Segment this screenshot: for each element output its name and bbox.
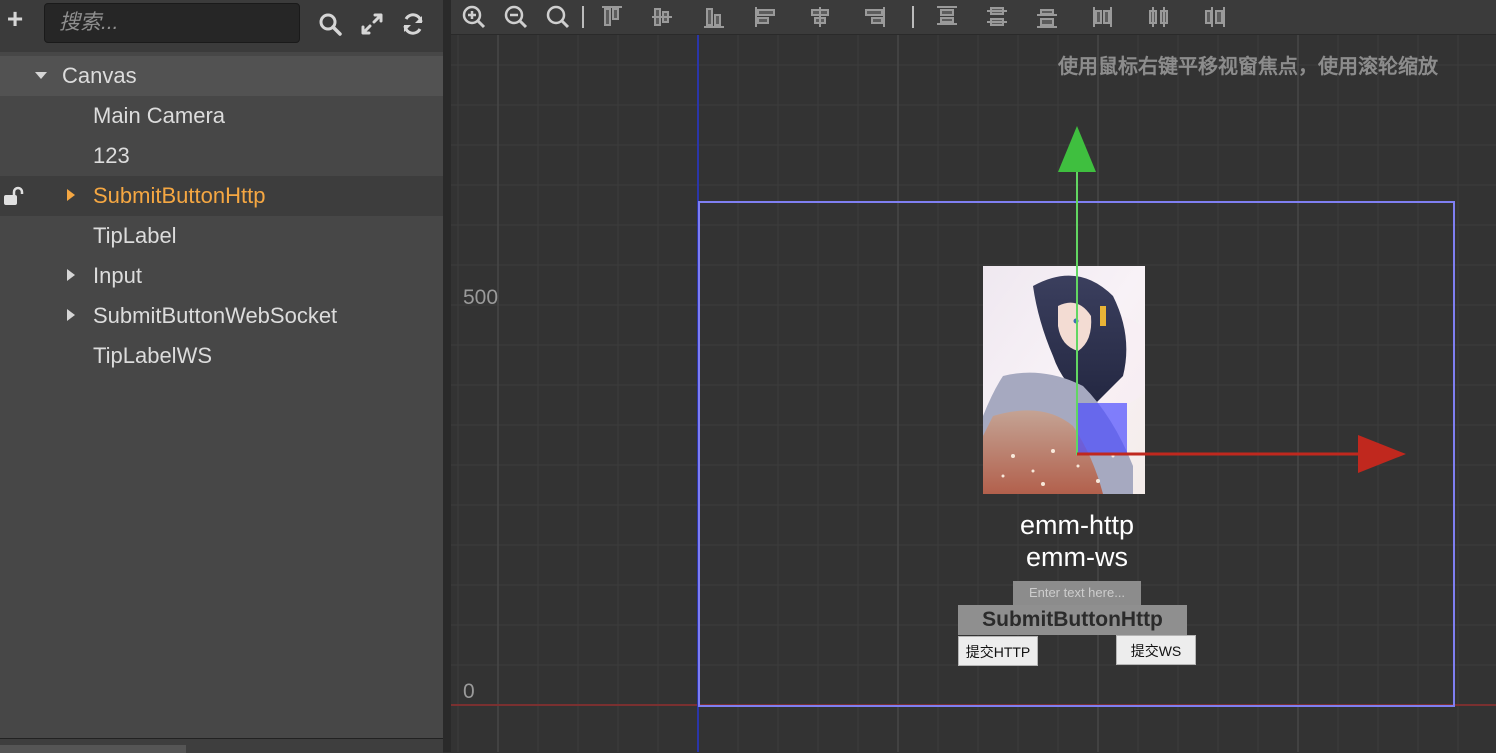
scene-hint: 使用鼠标右键平移视窗焦点，使用滚轮缩放 <box>1058 56 1438 78</box>
tree-item-canvas[interactable]: Canvas <box>0 56 443 96</box>
toolbar-divider <box>912 6 914 28</box>
distribute-left-icon[interactable] <box>1091 4 1117 30</box>
tree-item-tiplabelws[interactable]: TipLabelWS <box>0 336 443 376</box>
align-vcenter-icon[interactable] <box>649 4 675 30</box>
unlock-icon[interactable] <box>2 186 24 208</box>
hierarchy-footer <box>0 738 443 753</box>
tree-item-tiplabel[interactable]: TipLabel <box>0 216 443 256</box>
tree-item-label: Main Camera <box>93 103 226 128</box>
node-tree: Canvas Main Camera 123 SubmitButtonHttp … <box>0 56 443 376</box>
hierarchy-panel: + Canvas Main Camera 123 SubmitButtonHtt… <box>0 0 443 753</box>
text-input-node[interactable] <box>1013 581 1141 605</box>
tree-item-main-camera[interactable]: Main Camera <box>0 96 443 136</box>
tree-item-label: TipLabelWS <box>93 343 213 368</box>
scene-toolbar <box>451 0 1496 35</box>
y-axis-label-500: 500 <box>463 286 499 309</box>
distribute-right-icon[interactable] <box>1201 4 1227 30</box>
expand-icon[interactable] <box>360 12 384 36</box>
tree-item-submitbuttonhttp[interactable]: SubmitButtonHttp <box>0 176 443 216</box>
submit-ws-button[interactable]: 提交WS <box>1116 635 1196 665</box>
zoom-out-icon[interactable] <box>503 4 529 30</box>
tree-item-label: TipLabel <box>93 223 177 248</box>
zoom-in-icon[interactable] <box>461 4 487 30</box>
align-right-icon[interactable] <box>861 4 887 30</box>
submit-http-button[interactable]: 提交HTTP <box>958 636 1038 666</box>
chevron-right-icon[interactable] <box>64 256 80 296</box>
chevron-right-icon[interactable] <box>64 176 80 216</box>
tree-item-label: Canvas <box>62 63 137 88</box>
chevron-right-icon[interactable] <box>64 296 80 336</box>
search-input[interactable] <box>44 3 300 43</box>
selected-node-name-tag: SubmitButtonHttp <box>958 605 1187 635</box>
toolbar-divider <box>582 6 584 28</box>
tip-label[interactable]: emm-http <box>977 510 1177 541</box>
y-axis-label-0: 0 <box>463 680 475 703</box>
distribute-bottom-icon[interactable] <box>1034 4 1060 30</box>
refresh-icon[interactable] <box>401 12 425 36</box>
plus-icon[interactable]: + <box>2 5 28 33</box>
tree-item-input[interactable]: Input <box>0 256 443 296</box>
chevron-down-icon[interactable] <box>34 56 50 96</box>
distribute-hcenter-icon[interactable] <box>1146 4 1172 30</box>
distribute-vcenter-icon[interactable] <box>984 4 1010 30</box>
align-left-icon[interactable] <box>753 4 779 30</box>
distribute-top-icon[interactable] <box>934 4 960 30</box>
tree-item-label: 123 <box>93 143 130 168</box>
tree-item-label: SubmitButtonWebSocket <box>93 303 338 328</box>
align-bottom-icon[interactable] <box>701 4 727 30</box>
panel-splitter[interactable] <box>443 0 451 752</box>
search-icon[interactable] <box>318 12 342 36</box>
tree-item-label: SubmitButtonHttp <box>93 183 266 208</box>
align-hcenter-icon[interactable] <box>807 4 833 30</box>
character-sprite-image[interactable] <box>983 266 1145 494</box>
tree-item-submitbuttonwebsocket[interactable]: SubmitButtonWebSocket <box>0 296 443 336</box>
align-top-icon[interactable] <box>599 4 625 30</box>
tip-label-ws[interactable]: emm-ws <box>977 542 1177 573</box>
tree-item-label: Input <box>93 263 142 288</box>
zoom-reset-icon[interactable] <box>545 4 571 30</box>
scene-view[interactable]: 使用鼠标右键平移视窗焦点，使用滚轮缩放 500 0 emm-http emm-w… <box>451 0 1496 752</box>
hierarchy-toolbar: + <box>0 0 443 52</box>
tree-item-123[interactable]: 123 <box>0 136 443 176</box>
